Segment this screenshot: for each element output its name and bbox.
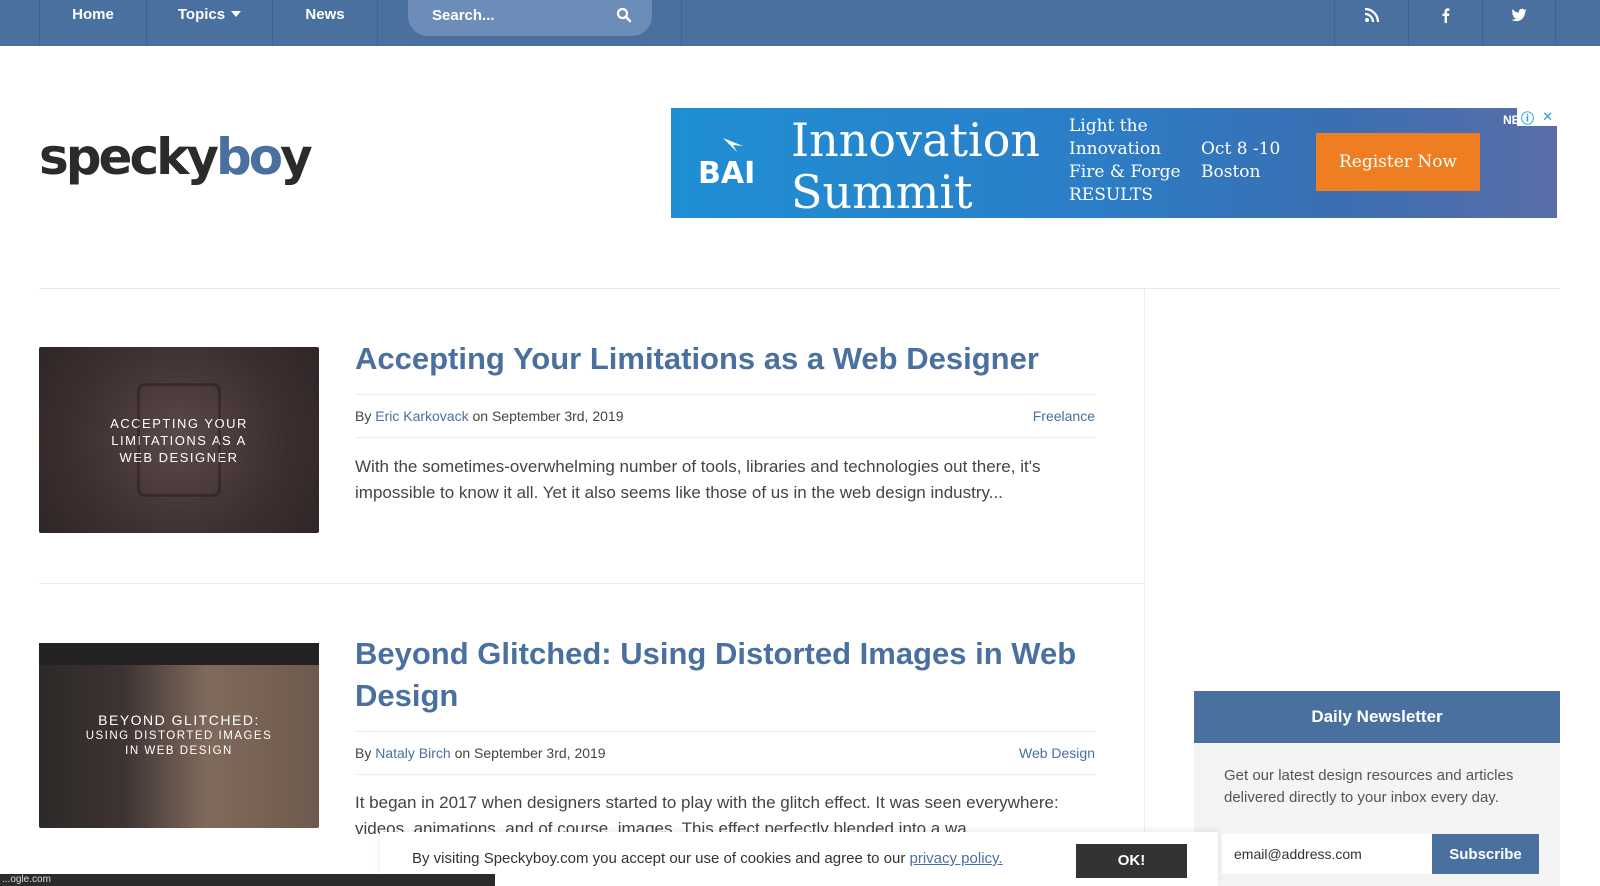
nav-news-link[interactable]: News (272, 0, 378, 46)
article-excerpt: With the sometimes-overwhelming number o… (355, 457, 1041, 502)
newsletter-widget: Daily Newsletter Get our latest design r… (1194, 691, 1560, 886)
twitter-icon (1511, 8, 1527, 22)
header-divider (39, 288, 1560, 289)
ad-headline: Innovation Summit (791, 113, 1041, 218)
thumbnail-text-line: BEYOND GLITCHED: (98, 712, 260, 728)
caret-down-icon (231, 11, 242, 17)
facebook-link[interactable] (1408, 0, 1482, 46)
newsletter-form: Subscribe (1222, 834, 1539, 874)
site-logo[interactable]: speckyboy (39, 128, 313, 186)
article-divider (39, 583, 1144, 584)
nav-news-label: News (305, 6, 345, 23)
newsletter-title: Daily Newsletter (1194, 691, 1560, 743)
nav-topics-label: Topics (177, 6, 226, 23)
article-meta: By Nataly Birch on September 3rd, 2019 W… (355, 731, 1095, 775)
ad-controls: ⓘ ✕ (1517, 108, 1557, 126)
ad-info-icon[interactable]: ⓘ (1521, 108, 1534, 127)
ad-event-info: Oct 8 -10 Boston (1201, 138, 1280, 184)
advertisement-banner[interactable]: BAI Innovation Summit Light the Innovati… (671, 108, 1557, 218)
search-box (408, 0, 652, 36)
cookie-banner: By visiting Speckyboy.com you accept our… (380, 832, 1218, 886)
logo-text-part3: y (280, 128, 313, 186)
rss-icon (1364, 7, 1379, 23)
privacy-policy-link[interactable]: privacy policy. (910, 850, 1003, 867)
cookie-accept-button[interactable]: OK! (1076, 844, 1187, 878)
article-by-label: By (355, 745, 372, 761)
article-category-link[interactable]: Freelance (1033, 395, 1095, 437)
facebook-icon (1442, 8, 1449, 23)
ad-city: Boston (1201, 162, 1261, 182)
ad-close-icon[interactable]: ✕ (1542, 109, 1553, 125)
newsletter-subscribe-button[interactable]: Subscribe (1432, 834, 1539, 874)
speed-sign-graphic (137, 383, 221, 497)
article-date: on September 3rd, 2019 (472, 408, 624, 424)
article-title-link[interactable]: Accepting Your Limitations as a Web Desi… (355, 338, 1095, 380)
thumbnail-text-line: IN WEB DESIGN (125, 745, 233, 757)
ad-tagline-line1: Light the (1069, 116, 1148, 136)
ad-date: Oct 8 -10 (1201, 139, 1281, 159)
article-by-label: By (355, 408, 372, 424)
sidebar-divider (1144, 289, 1145, 886)
ad-tagline-line3: Fire & Forge (1069, 162, 1181, 182)
article-date: on September 3rd, 2019 (454, 745, 606, 761)
ad-tagline-line4: RESULTS (1069, 185, 1154, 205)
thumbnail-text-line: USING DISTORTED IMAGES (85, 730, 273, 742)
bai-bird-icon (723, 138, 743, 152)
logo-text-part1: specky (39, 128, 219, 186)
nav-divider (681, 0, 682, 46)
article-meta: By Eric Karkovack on September 3rd, 2019… (355, 394, 1095, 438)
article-thumbnail[interactable]: BEYOND GLITCHED: USING DISTORTED IMAGES … (39, 643, 319, 828)
thumbnail-header-strip (39, 643, 319, 665)
ad-register-button[interactable]: Register Now (1316, 133, 1480, 191)
article-author-link[interactable]: Nataly Birch (375, 745, 450, 761)
nav-home-link[interactable]: Home (39, 0, 146, 46)
rss-link[interactable] (1334, 0, 1408, 46)
search-icon[interactable] (616, 7, 632, 23)
ad-brand: BAI (698, 156, 756, 191)
newsletter-description: Get our latest design resources and arti… (1224, 767, 1514, 806)
twitter-link[interactable] (1482, 0, 1556, 46)
article-category-link[interactable]: Web Design (1019, 732, 1095, 774)
nav-topics-dropdown[interactable]: Topics (146, 0, 272, 46)
ad-tagline: Light the Innovation Fire & Forge RESULT… (1069, 115, 1181, 207)
article-thumbnail[interactable]: ACCEPTING YOUR LIMITATIONS AS A WEB DESI… (39, 347, 319, 533)
ad-tagline-line2: Innovation (1069, 139, 1162, 159)
cookie-text: By visiting Speckyboy.com you accept our… (412, 850, 906, 867)
search-input[interactable] (432, 4, 602, 26)
cookie-message: By visiting Speckyboy.com you accept our… (412, 850, 1003, 867)
nav-home-label: Home (72, 6, 114, 23)
article-title-link[interactable]: Beyond Glitched: Using Distorted Images … (355, 633, 1095, 717)
article-author-link[interactable]: Eric Karkovack (375, 408, 468, 424)
logo-text-part2: bo (215, 128, 283, 186)
newsletter-email-input[interactable] (1222, 834, 1432, 874)
browser-status-bar: ...ogle.com (0, 874, 495, 886)
top-navigation: Home Topics News (0, 0, 1600, 46)
